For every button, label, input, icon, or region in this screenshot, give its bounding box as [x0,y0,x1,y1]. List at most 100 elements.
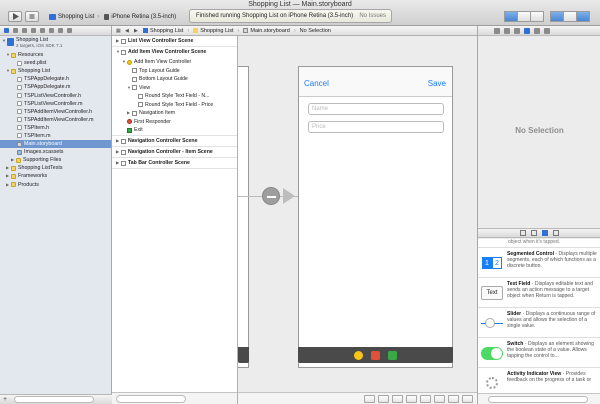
outline-scene[interactable]: ▶ Navigation Controller - Item Scene [112,147,237,158]
assistant-editor-icon[interactable] [517,11,531,22]
outline-item[interactable]: Round Style Text Field - Price [112,101,237,110]
editor-mode-segments[interactable] [504,11,544,22]
save-button[interactable]: Save [428,79,446,88]
tree-item[interactable]: ▼ Shopping List [0,67,111,75]
segue-icon[interactable] [262,187,280,205]
tree-item[interactable]: TSPAppDelegate.h [0,75,111,83]
canvas-controls [238,392,477,404]
outline-item[interactable]: ▶ Navigation Item [112,109,237,118]
scheme-selector[interactable]: Shopping List › iPhone Retina (3.5-inch) [47,11,176,22]
code-snippet-icon[interactable] [531,230,537,236]
size-inspector-icon[interactable] [534,27,540,34]
tree-item[interactable]: TSPItem.m [0,132,111,140]
view-toggle-segments[interactable] [550,11,590,22]
tree-item[interactable]: ▶ Supporting Files [0,156,111,164]
tree-item[interactable]: TSPAddItemViewController.h [0,108,111,116]
symbol-icon[interactable] [13,28,18,33]
library-item[interactable]: 12 Segmented Control - Displays multiple… [478,248,600,278]
tree-item-selected[interactable]: Main.storyboard [0,140,111,149]
debug-icon[interactable] [49,28,54,33]
outline-filter-input[interactable] [116,395,186,403]
run-button[interactable] [8,11,22,22]
breadcrumb-item[interactable]: Main.storyboard [243,28,290,34]
outline-item[interactable]: ▼ View [112,84,237,93]
add-item-view-controller[interactable]: Cancel Save Name Price [298,66,453,368]
price-field[interactable]: Price [308,121,444,133]
navigator-filter-input[interactable] [14,396,94,403]
project-row[interactable]: ▼ Shopping List 2 targets, iOS SDK 7.1 [0,37,111,51]
test-icon[interactable] [40,28,45,33]
folder-icon[interactable] [4,28,9,33]
tree-item[interactable]: ▶ Products [0,181,111,189]
outline-item[interactable]: Round Style Text Field - N... [112,92,237,101]
version-editor-icon[interactable] [530,11,544,22]
outline-item[interactable]: Bottom Layout Guide [112,75,237,84]
tree-item[interactable]: TSPAddItemViewController.m [0,116,111,124]
tree-item[interactable]: ▶ Frameworks [0,172,111,180]
outline-item[interactable]: ▼ Add Item View Controller [112,58,237,67]
align-button[interactable] [420,395,431,403]
first-responder-icon[interactable] [371,350,380,360]
tree-item[interactable]: TSPItem.h [0,124,111,132]
resize-button[interactable] [462,395,473,403]
file-inspector-icon[interactable] [494,27,500,34]
outline-scene[interactable]: ▶ Tab Bar Controller Scene [112,158,237,169]
zoom-out-button[interactable] [378,395,389,403]
outline-item[interactable]: Top Layout Guide [112,67,237,76]
library-item[interactable]: Activity Indicator View - Provides feedb… [478,368,600,393]
help-inspector-icon[interactable] [504,27,510,34]
outline-item[interactable]: First Responder [112,118,237,127]
tree-item[interactable]: ▶ Shopping ListTests [0,164,111,172]
log-icon[interactable] [67,28,72,33]
utilities-toggle-icon[interactable] [576,11,590,22]
library-item[interactable]: Slider - Displays a continuous range of … [478,308,600,338]
breadcrumb-item[interactable]: Shopping List [193,28,234,34]
navigator-toggle-icon[interactable] [550,11,564,22]
standard-editor-icon[interactable] [504,11,518,22]
find-icon[interactable] [22,28,27,33]
file-template-icon[interactable] [520,230,526,236]
outline-scene[interactable]: ▶ Navigation Controller Scene [112,136,237,147]
view-controller-icon[interactable] [354,350,363,360]
identity-inspector-icon[interactable] [514,27,520,34]
tree-item[interactable]: seed.plist [0,59,111,67]
breadcrumb-item[interactable]: Shopping List [143,28,183,34]
media-library-icon[interactable] [553,230,559,236]
library-item-partial[interactable]: object when it's tapped. [478,239,600,248]
outline-scene[interactable]: ▼ Add Item View Controller Scene [112,47,237,58]
add-icon[interactable]: + [3,396,9,403]
tree-item[interactable]: Images.xcassets [0,148,111,156]
scene-icon [121,50,126,55]
connections-inspector-icon[interactable] [544,27,550,34]
list-view-controller[interactable] [238,66,249,368]
pin-button[interactable] [434,395,445,403]
tree-item[interactable]: TSPAppDelegate.m [0,83,111,91]
back-icon[interactable]: ◀ [125,28,130,34]
layout-toggle-button[interactable] [364,395,375,403]
breakpoint-icon[interactable] [58,28,63,33]
library-filter-input[interactable] [488,396,588,403]
outline-item[interactable]: Exit [112,126,237,136]
resolve-button[interactable] [448,395,459,403]
grid-icon[interactable]: ▦ [116,28,121,34]
attributes-inspector-icon[interactable] [524,27,530,34]
tree-item[interactable]: ▼ Resources [0,51,111,59]
storyboard-canvas[interactable]: Cancel Save Name Price [238,36,477,404]
forward-icon[interactable]: ▶ [134,28,139,34]
tree-item[interactable]: TSPListViewController.h [0,91,111,99]
zoom-reset-button[interactable] [392,395,403,403]
object-library-icon[interactable] [542,230,548,236]
exit-icon[interactable] [388,350,397,360]
tree-item[interactable]: TSPListViewController.m [0,100,111,108]
name-field[interactable]: Name [308,103,444,115]
cancel-button[interactable]: Cancel [304,79,329,88]
debug-toggle-icon[interactable] [563,11,577,22]
folder-icon [193,28,199,33]
zoom-in-button[interactable] [406,395,417,403]
warning-icon[interactable] [31,28,36,33]
library-item[interactable]: Switch - Displays an element showing the… [478,338,600,368]
library-item[interactable]: Text Text Field - Displays editable text… [478,278,600,308]
stop-button[interactable] [25,11,39,22]
breadcrumb-item[interactable]: No Selection [300,28,331,34]
outline-scene[interactable]: ▶ List View Controller Scene [112,36,237,47]
